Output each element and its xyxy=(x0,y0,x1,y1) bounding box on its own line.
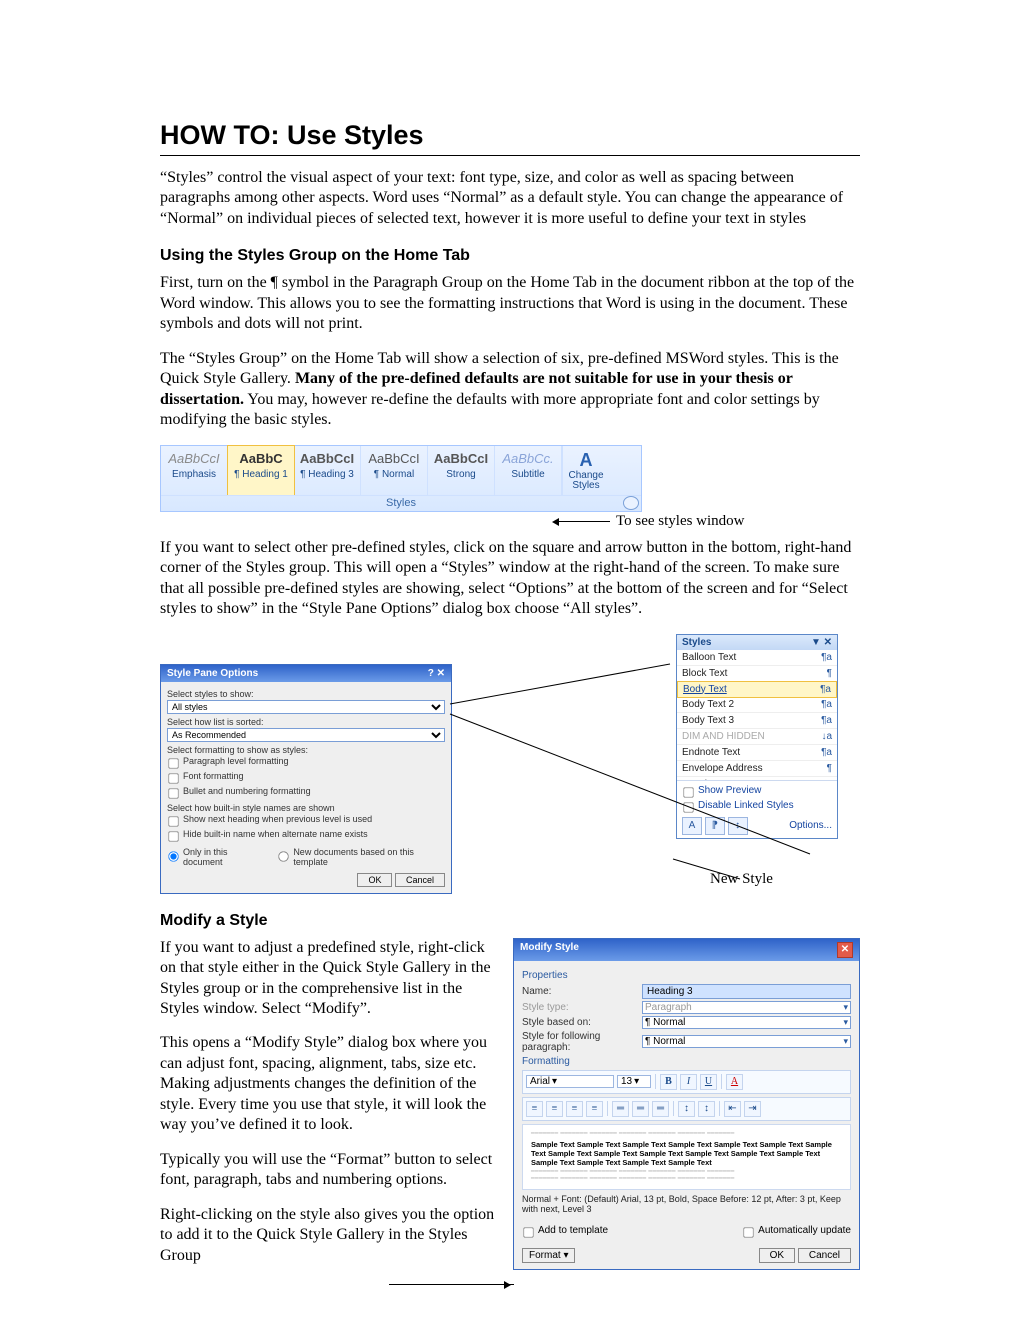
section-heading-modify: Modify a Style xyxy=(160,912,860,930)
styles-window: Styles ▼ ✕ Balloon Text¶a Block Text¶ Bo… xyxy=(676,634,838,839)
new-style-caption: New Style xyxy=(710,871,773,888)
style-inspector-button-icon[interactable]: ⁋ xyxy=(705,817,725,835)
title-rule xyxy=(160,155,860,156)
paragraph-toolbar: ≡ ≡ ≡ ≡ ═ ═ ═ ↕ ↕ ⇤ ⇥ xyxy=(522,1097,851,1121)
properties-section-label: Properties xyxy=(522,970,851,981)
style-pane-options-dialog: Style Pane Options ? ✕ Select styles to … xyxy=(160,664,452,894)
select-sort[interactable]: As Recommended xyxy=(167,728,445,742)
font-size-select[interactable]: 13▾ xyxy=(617,1075,651,1088)
modify-style-dialog: Modify Style ✕ Properties Name: Heading … xyxy=(513,938,860,1271)
radio-new-docs[interactable] xyxy=(279,851,289,861)
dialog-help-close-icon[interactable]: ? ✕ xyxy=(428,668,445,679)
select-styles-to-show[interactable]: All styles xyxy=(167,700,445,714)
page-title: HOW TO: Use Styles xyxy=(160,120,860,151)
modify-p1: If you want to adjust a predefined style… xyxy=(160,938,499,1020)
styles-list[interactable]: Balloon Text¶a Block Text¶ Body Text¶a B… xyxy=(677,650,837,780)
style-pane-options-title: Style Pane Options xyxy=(167,668,258,679)
indent-increase-icon[interactable]: ⇥ xyxy=(744,1101,761,1117)
styles-options-link[interactable]: Options... xyxy=(789,820,832,831)
indent-decrease-icon[interactable]: ⇤ xyxy=(724,1101,741,1117)
style-tile-normal[interactable]: AaBbCcI ¶ Normal xyxy=(361,446,428,495)
arrow-to-launcher-icon xyxy=(555,521,610,522)
style-based-on-select[interactable]: ¶ Normal▾ xyxy=(642,1016,851,1029)
chk-paragraph-level[interactable] xyxy=(168,758,178,768)
line-spacing-1-icon[interactable]: ═ xyxy=(612,1101,629,1117)
options-ok-button[interactable]: OK xyxy=(357,873,392,887)
align-center-icon[interactable]: ≡ xyxy=(546,1101,563,1117)
style-tile-subtitle[interactable]: AaBbCc. Subtitle xyxy=(495,446,562,495)
modify-p4: Right-clicking on the style also gives y… xyxy=(160,1205,499,1266)
chk-bullet-numbering[interactable] xyxy=(168,788,178,798)
manage-styles-button-icon[interactable]: ↕ xyxy=(728,817,748,835)
intro-paragraph: “Styles” control the visual aspect of yo… xyxy=(160,168,860,229)
chk-disable-linked[interactable] xyxy=(683,802,693,812)
style-tile-emphasis[interactable]: AaBbCcI Emphasis xyxy=(161,446,228,495)
bold-button[interactable]: B xyxy=(660,1074,677,1090)
paragraph-gallery: The “Styles Group” on the Home Tab will … xyxy=(160,349,860,431)
label-select-styles: Select styles to show: xyxy=(167,689,445,699)
modify-cancel-button[interactable]: Cancel xyxy=(798,1248,851,1263)
modify-ok-button[interactable]: OK xyxy=(759,1248,795,1263)
new-style-button-icon[interactable]: A xyxy=(682,817,702,835)
space-before-icon[interactable]: ↕ xyxy=(678,1101,695,1117)
options-cancel-button[interactable]: Cancel xyxy=(395,873,445,887)
styles-group-caption: Styles xyxy=(161,495,641,511)
modify-preview: ━━━━━━━ ━━━━━━━ ━━━━━━━ ━━━━━━━ ━━━━━━━ … xyxy=(522,1124,851,1191)
format-menu-button[interactable]: Format ▾ xyxy=(522,1248,575,1263)
align-right-icon[interactable]: ≡ xyxy=(566,1101,583,1117)
modify-p3: Typically you will use the “Format” butt… xyxy=(160,1150,499,1191)
chk-add-to-template[interactable] xyxy=(523,1227,533,1237)
label-sort: Select how list is sorted: xyxy=(167,717,445,727)
align-justify-icon[interactable]: ≡ xyxy=(586,1101,603,1117)
styles-window-controls-icon[interactable]: ▼ ✕ xyxy=(811,637,832,648)
modify-style-title: Modify Style xyxy=(520,942,579,958)
chk-auto-update[interactable] xyxy=(743,1227,753,1237)
change-styles-button[interactable]: A Change Styles xyxy=(562,446,609,495)
style-tile-heading1[interactable]: AaBbC ¶ Heading 1 xyxy=(227,445,295,496)
change-styles-icon: A xyxy=(565,450,607,471)
font-color-button[interactable]: A xyxy=(726,1074,743,1090)
style-name-input[interactable]: Heading 3 xyxy=(642,984,851,999)
align-left-icon[interactable]: ≡ xyxy=(526,1101,543,1117)
chk-hide-builtin[interactable] xyxy=(168,831,178,841)
close-icon[interactable]: ✕ xyxy=(837,942,853,958)
arrow-to-format-button-icon xyxy=(389,1284,514,1285)
underline-button[interactable]: U xyxy=(700,1074,717,1090)
radio-only-this-doc[interactable] xyxy=(168,851,178,861)
paragraph-pilcrow: First, turn on the ¶ symbol in the Parag… xyxy=(160,273,860,334)
paragraph-styles-window: If you want to select other pre-defined … xyxy=(160,538,860,620)
label-formatting-show: Select formatting to show as styles: xyxy=(167,745,445,755)
line-spacing-15-icon[interactable]: ═ xyxy=(632,1101,649,1117)
styles-dialog-launcher-icon[interactable] xyxy=(623,496,639,510)
format-toolbar: Arial▾ 13▾ B I U A xyxy=(522,1070,851,1094)
arrow-caption: To see styles window xyxy=(616,513,745,530)
modify-description: Normal + Font: (Default) Arial, 13 pt, B… xyxy=(522,1194,851,1214)
quick-style-gallery: AaBbCcI Emphasis AaBbC ¶ Heading 1 AaBbC… xyxy=(160,445,642,512)
space-after-icon[interactable]: ↕ xyxy=(698,1101,715,1117)
modify-p2: This opens a “Modify Style” dialog box w… xyxy=(160,1033,499,1135)
styles-window-title: Styles xyxy=(682,637,711,648)
italic-button[interactable]: I xyxy=(680,1074,697,1090)
style-tile-heading3[interactable]: AaBbCcI ¶ Heading 3 xyxy=(294,446,361,495)
style-type-select: Paragraph▾ xyxy=(642,1001,851,1014)
chk-font-formatting[interactable] xyxy=(168,773,178,783)
section-heading-styles-group: Using the Styles Group on the Home Tab xyxy=(160,247,860,265)
chk-show-next-heading[interactable] xyxy=(168,816,178,826)
style-tile-strong[interactable]: AaBbCcI Strong xyxy=(428,446,495,495)
font-select[interactable]: Arial▾ xyxy=(526,1075,614,1088)
style-following-select[interactable]: ¶ Normal▾ xyxy=(642,1035,851,1048)
label-builtin: Select how built-in style names are show… xyxy=(167,803,445,813)
formatting-section-label: Formatting xyxy=(522,1056,851,1067)
line-spacing-2-icon[interactable]: ═ xyxy=(652,1101,669,1117)
chk-show-preview[interactable] xyxy=(683,787,693,797)
